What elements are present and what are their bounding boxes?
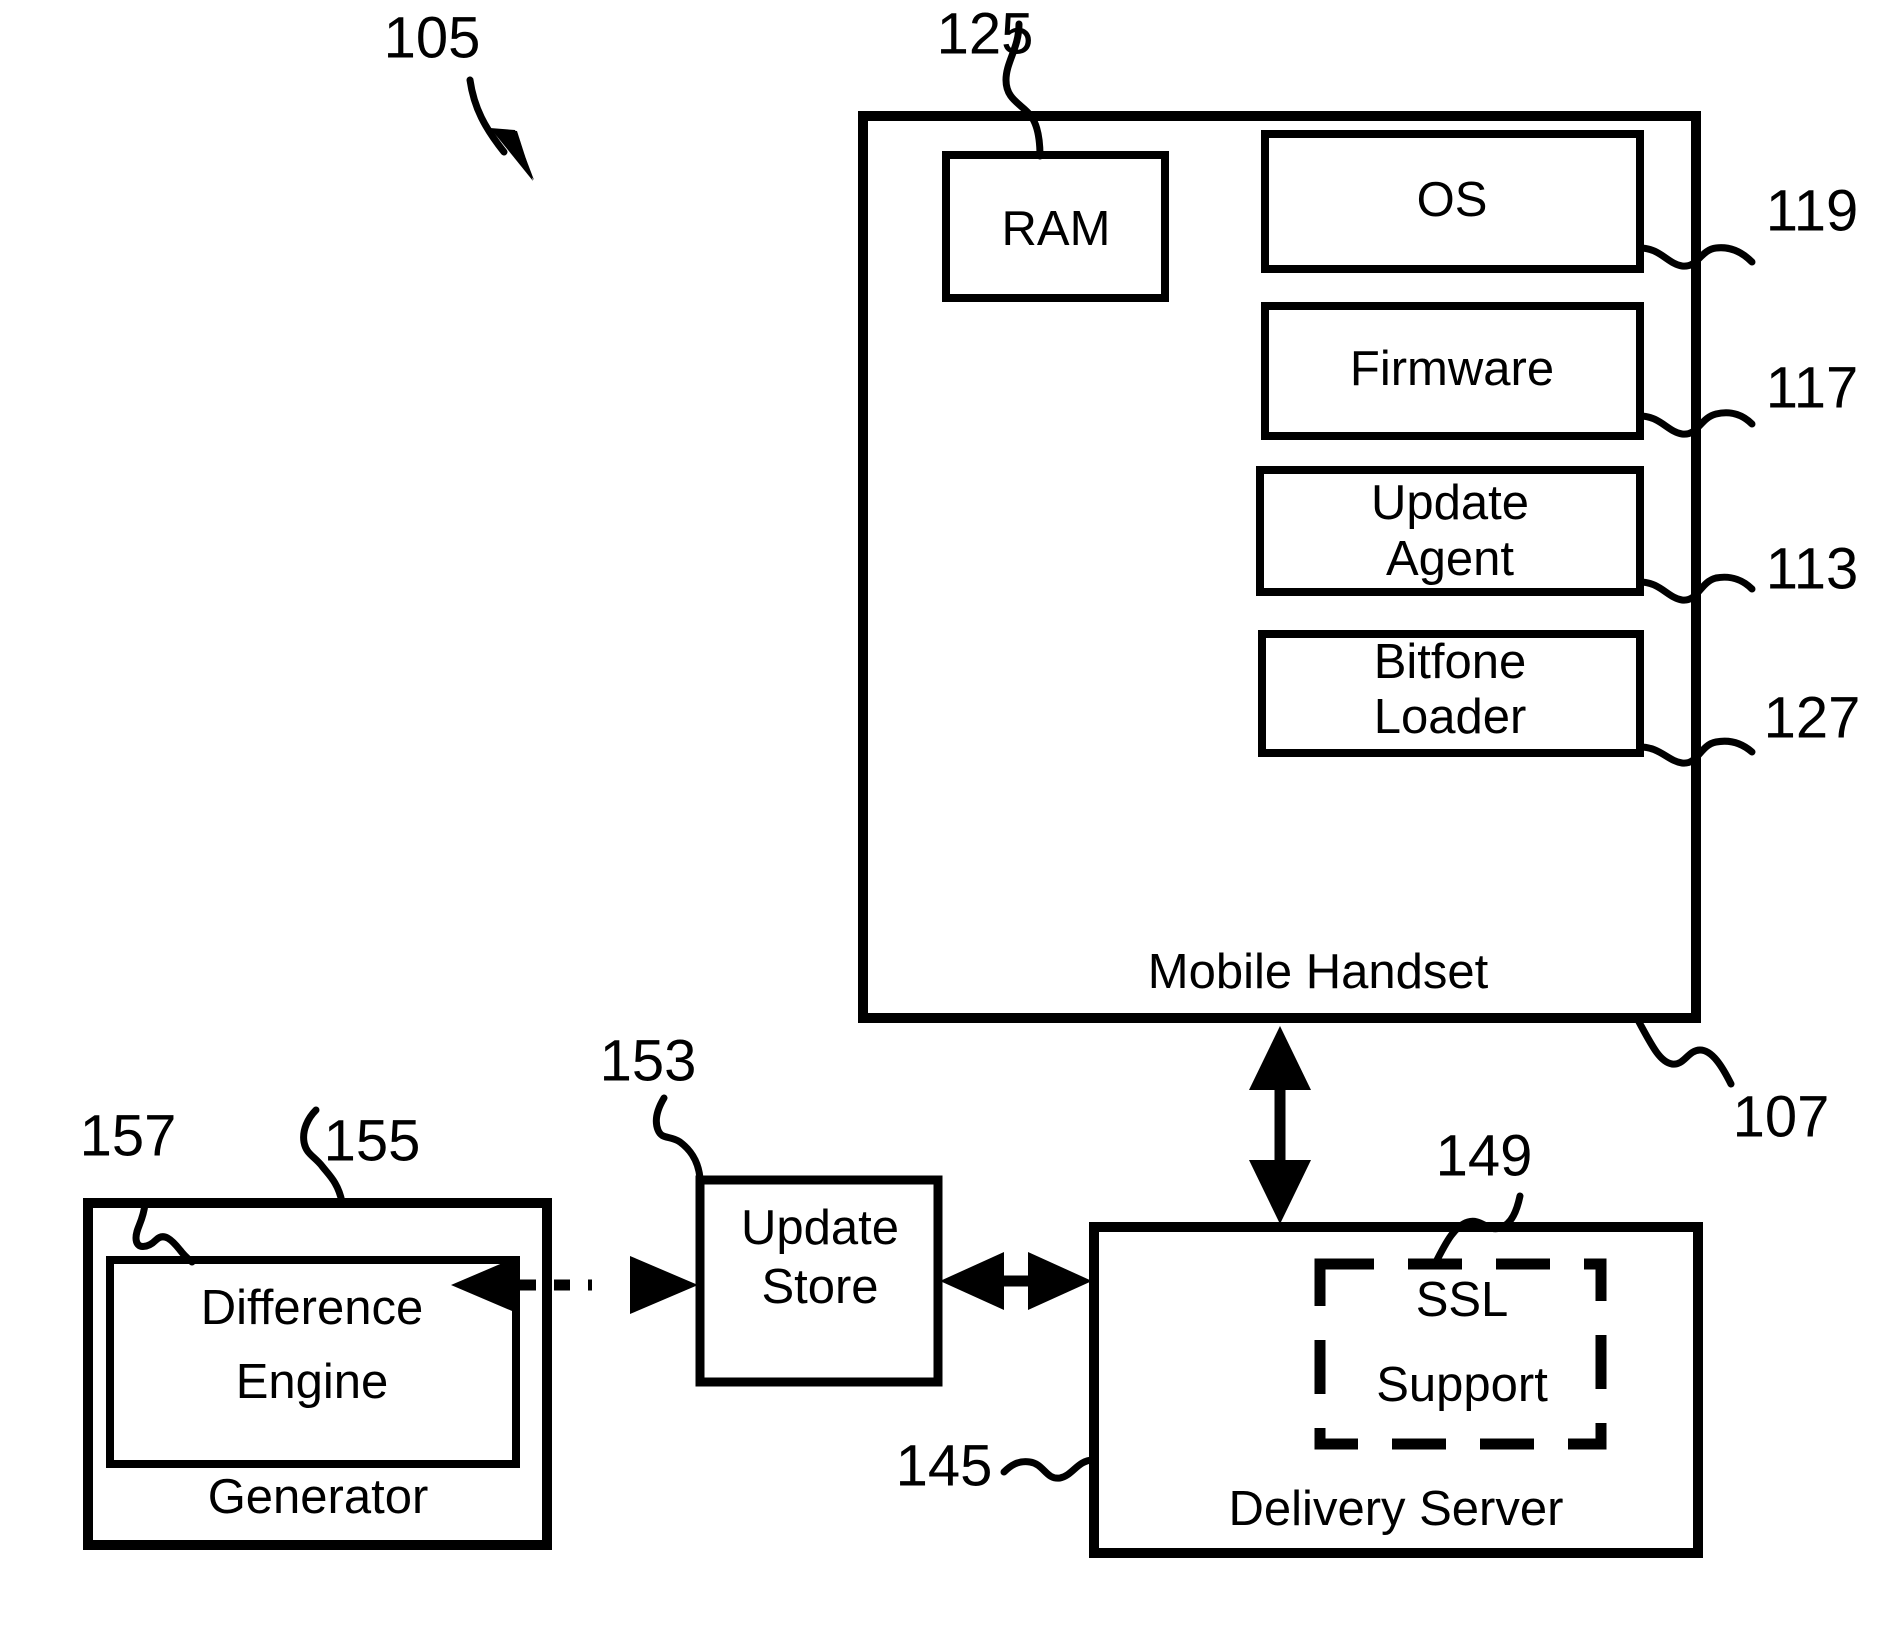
difference-engine-label-line1: Difference: [201, 1281, 423, 1335]
ref-107: 107: [1733, 1084, 1830, 1149]
bitfone-loader-label-line1: Bitfone: [1374, 635, 1527, 689]
connection-handset-server-arrow-down: [1249, 1160, 1311, 1224]
ssl-support-label-line1: SSL: [1416, 1273, 1509, 1327]
mobile-handset-caption: Mobile Handset: [1148, 945, 1489, 999]
ref-153-leader: [652, 1094, 704, 1182]
os-label: OS: [1417, 173, 1488, 227]
update-store-label-line1: Update: [741, 1201, 899, 1255]
ref-145-leader: [1000, 1456, 1097, 1482]
ref-127: 127: [1764, 685, 1861, 750]
generator-caption: Generator: [208, 1470, 429, 1524]
connection-generator-store-arrow-right: [630, 1256, 698, 1314]
ref-107-group: 107: [1635, 1018, 1830, 1149]
ref-105-arrowhead-fill: [491, 129, 533, 181]
update-agent-label-line2: Agent: [1386, 532, 1514, 586]
ref-145-group: 145: [896, 1433, 1097, 1498]
ref-125: 125: [937, 1, 1034, 66]
connection-handset-server: [1249, 1026, 1311, 1224]
ref-113: 113: [1766, 536, 1858, 601]
ref-105-leader: [466, 76, 508, 156]
figure-canvas: 105 Mobile Handset 107 RAM 125 OS 119 Fi…: [80, 1, 1861, 1558]
ref-155-group: 155: [300, 1106, 421, 1206]
firmware-label: Firmware: [1350, 342, 1554, 396]
connection-store-server: [940, 1252, 1092, 1310]
ref-107-leader: [1635, 1018, 1735, 1088]
ref-153-group: 153: [600, 1028, 704, 1182]
ref-145: 145: [896, 1433, 993, 1498]
patent-figure: 105 Mobile Handset 107 RAM 125 OS 119 Fi…: [0, 0, 1901, 1649]
ref-153: 153: [600, 1028, 697, 1093]
ref-149: 149: [1436, 1123, 1533, 1188]
update-agent-label-line1: Update: [1371, 476, 1529, 530]
ref-105: 105: [384, 5, 481, 70]
figure-main-reference: 105: [384, 5, 534, 181]
ssl-support-label-line2: Support: [1376, 1358, 1548, 1412]
ram-label: RAM: [1002, 202, 1111, 256]
difference-engine-label-line2: Engine: [236, 1355, 389, 1409]
ref-157: 157: [80, 1103, 177, 1168]
ref-155: 155: [324, 1108, 421, 1173]
ref-119: 119: [1766, 178, 1858, 243]
connection-store-server-arrow-left: [940, 1252, 1004, 1310]
ref-117: 117: [1766, 355, 1858, 420]
update-store-label-line2: Store: [761, 1260, 878, 1314]
connection-handset-server-arrow-up: [1249, 1026, 1311, 1090]
connection-store-server-arrow-right: [1028, 1252, 1092, 1310]
bitfone-loader-label-line2: Loader: [1374, 690, 1527, 744]
delivery-server-caption: Delivery Server: [1229, 1482, 1564, 1536]
